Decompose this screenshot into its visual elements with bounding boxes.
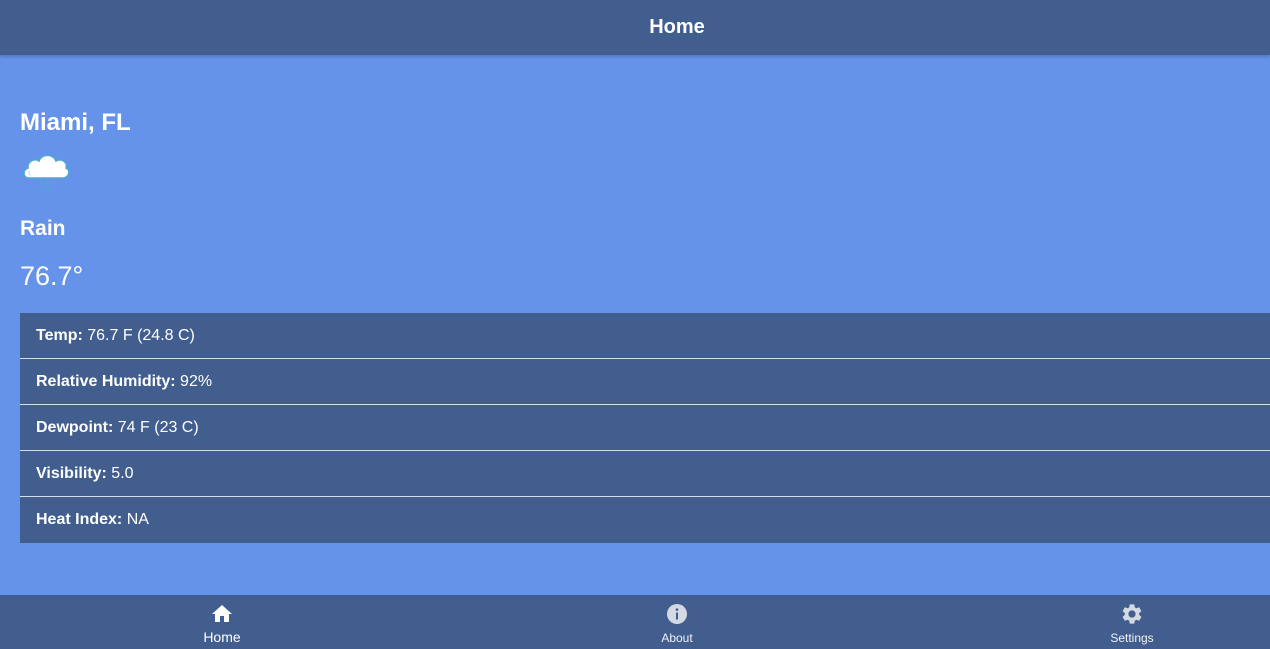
detail-label: Visibility: [36,464,107,482]
app-bar: Home [0,0,1270,55]
detail-row-temp: Temp: 76.7 F (24.8 C) [20,313,1270,359]
detail-row-dewpoint: Dewpoint: 74 F (23 C) [20,405,1270,451]
current-temperature: 76.7° [20,261,84,291]
detail-label: Relative Humidity: [36,372,176,390]
home-icon [212,605,232,622]
rain-cloud-icon [23,154,70,192]
nav-label-home: Home [203,629,241,645]
detail-row-humidity: Relative Humidity: 92% [20,359,1270,405]
detail-label: Temp: [36,326,83,344]
weather-content: Miami, FL Rain 76.7° Temp: 76.7 F (24.8 … [0,56,1270,595]
detail-label: Heat Index: [36,510,123,528]
nav-item-about[interactable]: About [617,595,737,649]
detail-value: 92% [175,372,213,390]
weather-details-list: Temp: 76.7 F (24.8 C) Relative Humidity:… [20,313,1270,543]
bottom-nav: Home About Settings [0,595,1270,649]
detail-value: 5.0 [106,464,134,482]
weather-condition: Rain [20,217,66,240]
detail-row-heat-index: Heat Index: NA [20,497,1270,542]
nav-label-settings: Settings [1110,631,1154,645]
nav-item-home[interactable]: Home [162,595,282,649]
nav-label-about: About [661,631,693,645]
page-title: Home [649,16,705,38]
location-name: Miami, FL [20,109,131,136]
detail-label: Dewpoint: [36,418,114,436]
detail-value: NA [122,510,149,528]
gear-icon [1122,604,1142,624]
detail-row-visibility: Visibility: 5.0 [20,451,1270,497]
detail-value: 74 F (23 C) [113,418,199,436]
nav-item-settings[interactable]: Settings [1072,595,1192,649]
info-icon [667,604,687,624]
detail-value: 76.7 F (24.8 C) [82,326,195,344]
